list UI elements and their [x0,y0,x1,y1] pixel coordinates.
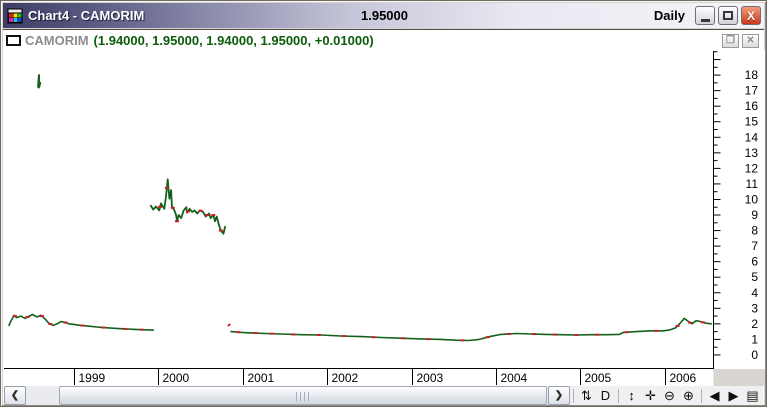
window-title: Chart4 - CAMORIM [28,8,145,23]
y-axis-label: 7 [751,239,758,253]
title-bar[interactable]: Chart4 - CAMORIM 1.95000 Daily X [3,3,764,28]
minimize-icon [700,19,710,22]
x-axis-label: 2002 [332,371,359,385]
scroll-left-button[interactable]: ❮ [4,386,26,405]
plot-background [4,50,765,386]
y-axis-label: 10 [745,192,759,206]
pan-icon[interactable]: ✛ [641,387,660,404]
x-axis-label: 2000 [163,371,190,385]
chart-document-icon [6,35,21,46]
y-axis-label: 2 [751,317,758,331]
scroll-left-icon: ❮ [10,390,20,401]
price-chart-plot[interactable]: 01234567891011121314151617181999 2000 2001… [4,50,765,386]
symbol-label: CAMORIM [25,33,89,48]
toolbar-separator [573,388,574,403]
y-axis-label: 18 [745,68,759,82]
chart-window-title-strip[interactable]: CAMORIM (1.94000, 1.95000, 1.94000, 1.95… [4,31,763,51]
scrollbar-grip-icon [296,392,310,401]
maximize-icon [723,11,733,20]
bottom-bar: ❮ ❯ ⇅ D ↕ ✛ ⊖ ⊕ ◀ ▶ ▤ [4,386,763,405]
y-axis-label: 5 [751,270,758,284]
y-axis-label: 15 [745,115,759,129]
axis-corner-panel [713,369,765,386]
y-axis-label: 16 [745,99,759,113]
step-left-icon[interactable]: ◀ [705,387,724,404]
minimize-button[interactable] [695,6,715,25]
ohlc-quote-text: (1.94000, 1.95000, 1.94000, 1.95000, +0.… [93,33,374,48]
chart-app-icon [7,8,23,23]
chart-close-button[interactable]: ✕ [742,33,759,48]
step-right-icon[interactable]: ▶ [724,387,743,404]
y-axis-label: 14 [745,130,759,144]
close-button[interactable]: X [741,6,761,25]
window-buttons: X [695,6,761,25]
zoom-out-icon[interactable]: ⊖ [660,387,679,404]
chart-maximize-button[interactable]: ❐ [722,33,739,48]
rescale-icon[interactable]: ⇅ [577,387,596,404]
y-axis-label: 8 [751,224,758,238]
y-axis-label: 6 [751,255,758,269]
periodicity-label: Daily [653,8,685,23]
y-axis-label: 12 [745,161,759,175]
x-axis-label: 2001 [248,371,275,385]
zoom-in-icon[interactable]: ⊕ [679,387,698,404]
maximize-button[interactable] [718,6,738,25]
x-axis-label: 2005 [585,371,612,385]
y-axis-label: 13 [745,146,759,160]
scroll-right-icon: ❯ [554,390,564,401]
y-axis-label: 11 [746,177,759,191]
x-axis-label: 1999 [79,371,106,385]
scrollbar-thumb[interactable] [59,386,547,405]
periodicity-daily-icon[interactable]: D [596,387,615,404]
y-axis-label: 1 [751,332,758,346]
y-axis-label: 3 [751,301,758,315]
price-series-segment [227,323,231,327]
scroll-right-button[interactable]: ❯ [548,386,570,405]
toolbar-separator [701,388,702,403]
x-axis-label: 2004 [501,371,528,385]
y-axis-label: 17 [745,84,759,98]
y-axis-label: 0 [751,348,758,362]
y-axis-label: 9 [751,208,758,222]
x-axis-label: 2006 [670,371,697,385]
price-series-segment [37,74,42,89]
layout-menu-icon[interactable]: ▤ [743,387,762,404]
chart-window-buttons: ❐ ✕ [722,33,759,48]
y-axis-label: 4 [751,286,758,300]
close-icon: X [746,8,755,23]
toolbar-separator [618,388,619,403]
expand-vertical-icon[interactable]: ↕ [622,387,641,404]
bottom-toolbar: ⇅ D ↕ ✛ ⊖ ⊕ ◀ ▶ ▤ [570,387,765,404]
x-axis-label: 2003 [417,371,444,385]
titlebar-last-price: 1.95000 [361,8,408,23]
metastock-chart-window: Chart4 - CAMORIM 1.95000 Daily X CAMORIM… [0,0,767,407]
horizontal-scrollbar[interactable]: ❮ ❯ [4,386,570,405]
